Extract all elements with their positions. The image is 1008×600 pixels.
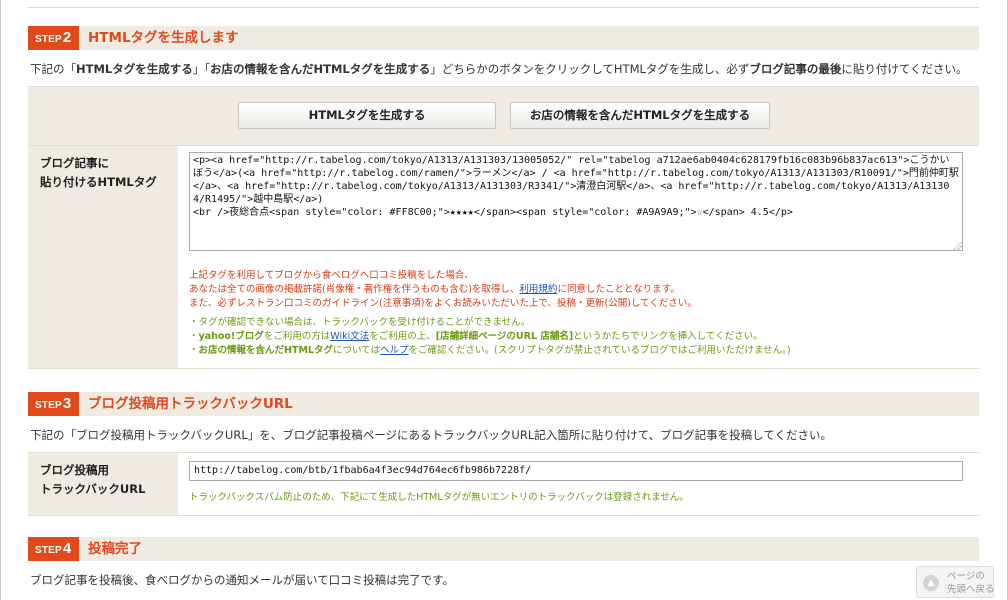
notice-emphasis: [店舗詳細ページのURL 店舗名] <box>435 331 574 342</box>
notice-text: をご確認ください。(スクリプトタグが禁止されているブログではご利用いただけません… <box>408 345 791 356</box>
step-badge-prefix: STEP <box>35 545 62 556</box>
step-badge-prefix: STEP <box>35 34 62 45</box>
notice-green-3: ・お店の情報を含んだHTMLタグについてはヘルプをご確認ください。(スクリプトタ… <box>189 342 791 356</box>
trackback-url-input[interactable]: http://tabelog.com/btb/1fbab6a4f3ec94d76… <box>189 461 963 481</box>
notice-red-3: また、必ずレストラン口コミのガイドライン(注意事項)をよくお読みいただいた上で、… <box>189 298 697 309</box>
html-tag-textarea[interactable]: <p><a href="http://r.tabelog.com/tokyo/A… <box>189 152 963 251</box>
notice-green-2: ・yahoo!ブログをご利用の方はWiki文法をご利用の上、[店舗詳細ページのU… <box>189 328 763 342</box>
desc-text: 下記の「 <box>30 62 76 76</box>
step2-header: STEP2 HTMLタグを生成します <box>28 26 979 50</box>
step3-badge: STEP3 <box>28 392 79 416</box>
html-tag-body: <p><a href="http://r.tabelog.com/tokyo/A… <box>178 146 979 368</box>
notice-text: については <box>332 345 380 356</box>
trackback-url-body: http://tabelog.com/btb/1fbab6a4f3ec94d76… <box>178 453 979 515</box>
notice-emphasis: お店の情報を含んだHTMLタグ <box>198 345 333 356</box>
desc-emphasis: ブログ記事の最後 <box>749 62 842 76</box>
trackback-url-label: ブログ投稿用 トラックバックURL <box>28 453 178 515</box>
help-link[interactable]: ヘルプ <box>380 345 409 356</box>
wiki-syntax-link[interactable]: Wiki文法 <box>330 331 369 342</box>
html-tag-row: ブログ記事に 貼り付けるHTMLタグ <p><a href="http://r.… <box>28 145 979 369</box>
notice-text: に同意したこととなります。 <box>557 284 680 295</box>
step3-title: ブログ投稿用トラックバックURL <box>88 396 293 412</box>
label-line: トラックバックURL <box>40 482 146 496</box>
label-line: 貼り付けるHTMLタグ <box>40 175 157 189</box>
terms-of-use-link[interactable]: 利用規約 <box>519 284 557 295</box>
desc-emphasis: お店の情報を含んだHTMLタグを生成する <box>210 62 431 76</box>
trackback-notice: トラックバックスパム防止のため、下記にて生成したHTMLタグが無いエントリのトラ… <box>189 492 689 503</box>
step2-title: HTMLタグを生成します <box>88 30 239 46</box>
step2-badge: STEP2 <box>28 26 79 50</box>
notice-text: ・ <box>189 331 199 342</box>
step-badge-number: 2 <box>62 29 72 46</box>
step-badge-number: 4 <box>62 540 72 557</box>
desc-text: に貼り付けてください。 <box>841 62 968 76</box>
notice-text: というかたちでリンクを挿入してください。 <box>573 331 763 342</box>
back-to-top-button[interactable]: ▲ ページの 先頭へ戻る <box>916 566 995 598</box>
step4-title: 投稿完了 <box>88 541 142 557</box>
notice-green-1: ・タグが確認できない場合は、トラックバックを受け付けることができません。 <box>189 317 531 328</box>
html-tag-label: ブログ記事に 貼り付けるHTMLタグ <box>28 146 178 368</box>
notice-red-2: あなたは全ての画像の掲載許諾(肖像権・著作権を伴うものも含む)を取得し、利用規約… <box>189 281 680 295</box>
step4-description: ブログ記事を投稿後、食べログからの通知メールが届いて口コミ投稿は完了です。 <box>30 573 455 587</box>
resize-grip-icon[interactable] <box>953 241 962 250</box>
notice-emphasis: yahoo!ブログ <box>198 331 264 342</box>
generate-html-tag-button[interactable]: HTMLタグを生成する <box>238 102 496 129</box>
step-badge-number: 3 <box>62 395 72 412</box>
notice-text: をご利用の上、 <box>369 331 436 342</box>
step2-description: 下記の「HTMLタグを生成する」「お店の情報を含んだHTMLタグを生成する」どち… <box>30 61 968 77</box>
divider <box>28 7 979 8</box>
back-to-top-label: ページの 先頭へ戻る <box>947 571 995 595</box>
desc-text: 」「 <box>192 62 210 76</box>
step3-header: STEP3 ブログ投稿用トラックバックURL <box>28 392 979 416</box>
step3-description: 下記の「ブログ投稿用トラックバックURL」を、ブログ記事投稿ページにあるトラック… <box>30 428 832 442</box>
notice-red-1: 上記タグを利用してブログから食べログへ口コミ投稿をした場合、 <box>189 270 474 281</box>
generate-html-tag-with-shop-button[interactable]: お店の情報を含んだHTMLタグを生成する <box>510 102 770 129</box>
step4-badge: STEP4 <box>28 537 79 561</box>
desc-text: 」どちらかのボタンをクリックしてHTMLタグを生成し、必ず <box>430 62 750 76</box>
desc-emphasis: HTMLタグを生成する <box>76 62 193 76</box>
notice-text: あなたは全ての画像の掲載許諾(肖像権・著作権を伴うものも含む)を取得し、 <box>189 284 520 295</box>
trackback-url-row: ブログ投稿用 トラックバックURL http://tabelog.com/btb… <box>28 452 979 516</box>
step4-header: STEP4 投稿完了 <box>28 537 979 561</box>
generate-buttons-area: HTMLタグを生成する お店の情報を含んだHTMLタグを生成する <box>28 86 979 145</box>
label-line: ブログ記事に <box>40 156 109 170</box>
arrow-up-icon: ▲ <box>923 575 939 591</box>
notice-text: ・ <box>189 345 199 356</box>
step-badge-prefix: STEP <box>35 400 62 411</box>
label-line: ブログ投稿用 <box>40 463 109 477</box>
notice-text: をご利用の方は <box>263 331 331 342</box>
